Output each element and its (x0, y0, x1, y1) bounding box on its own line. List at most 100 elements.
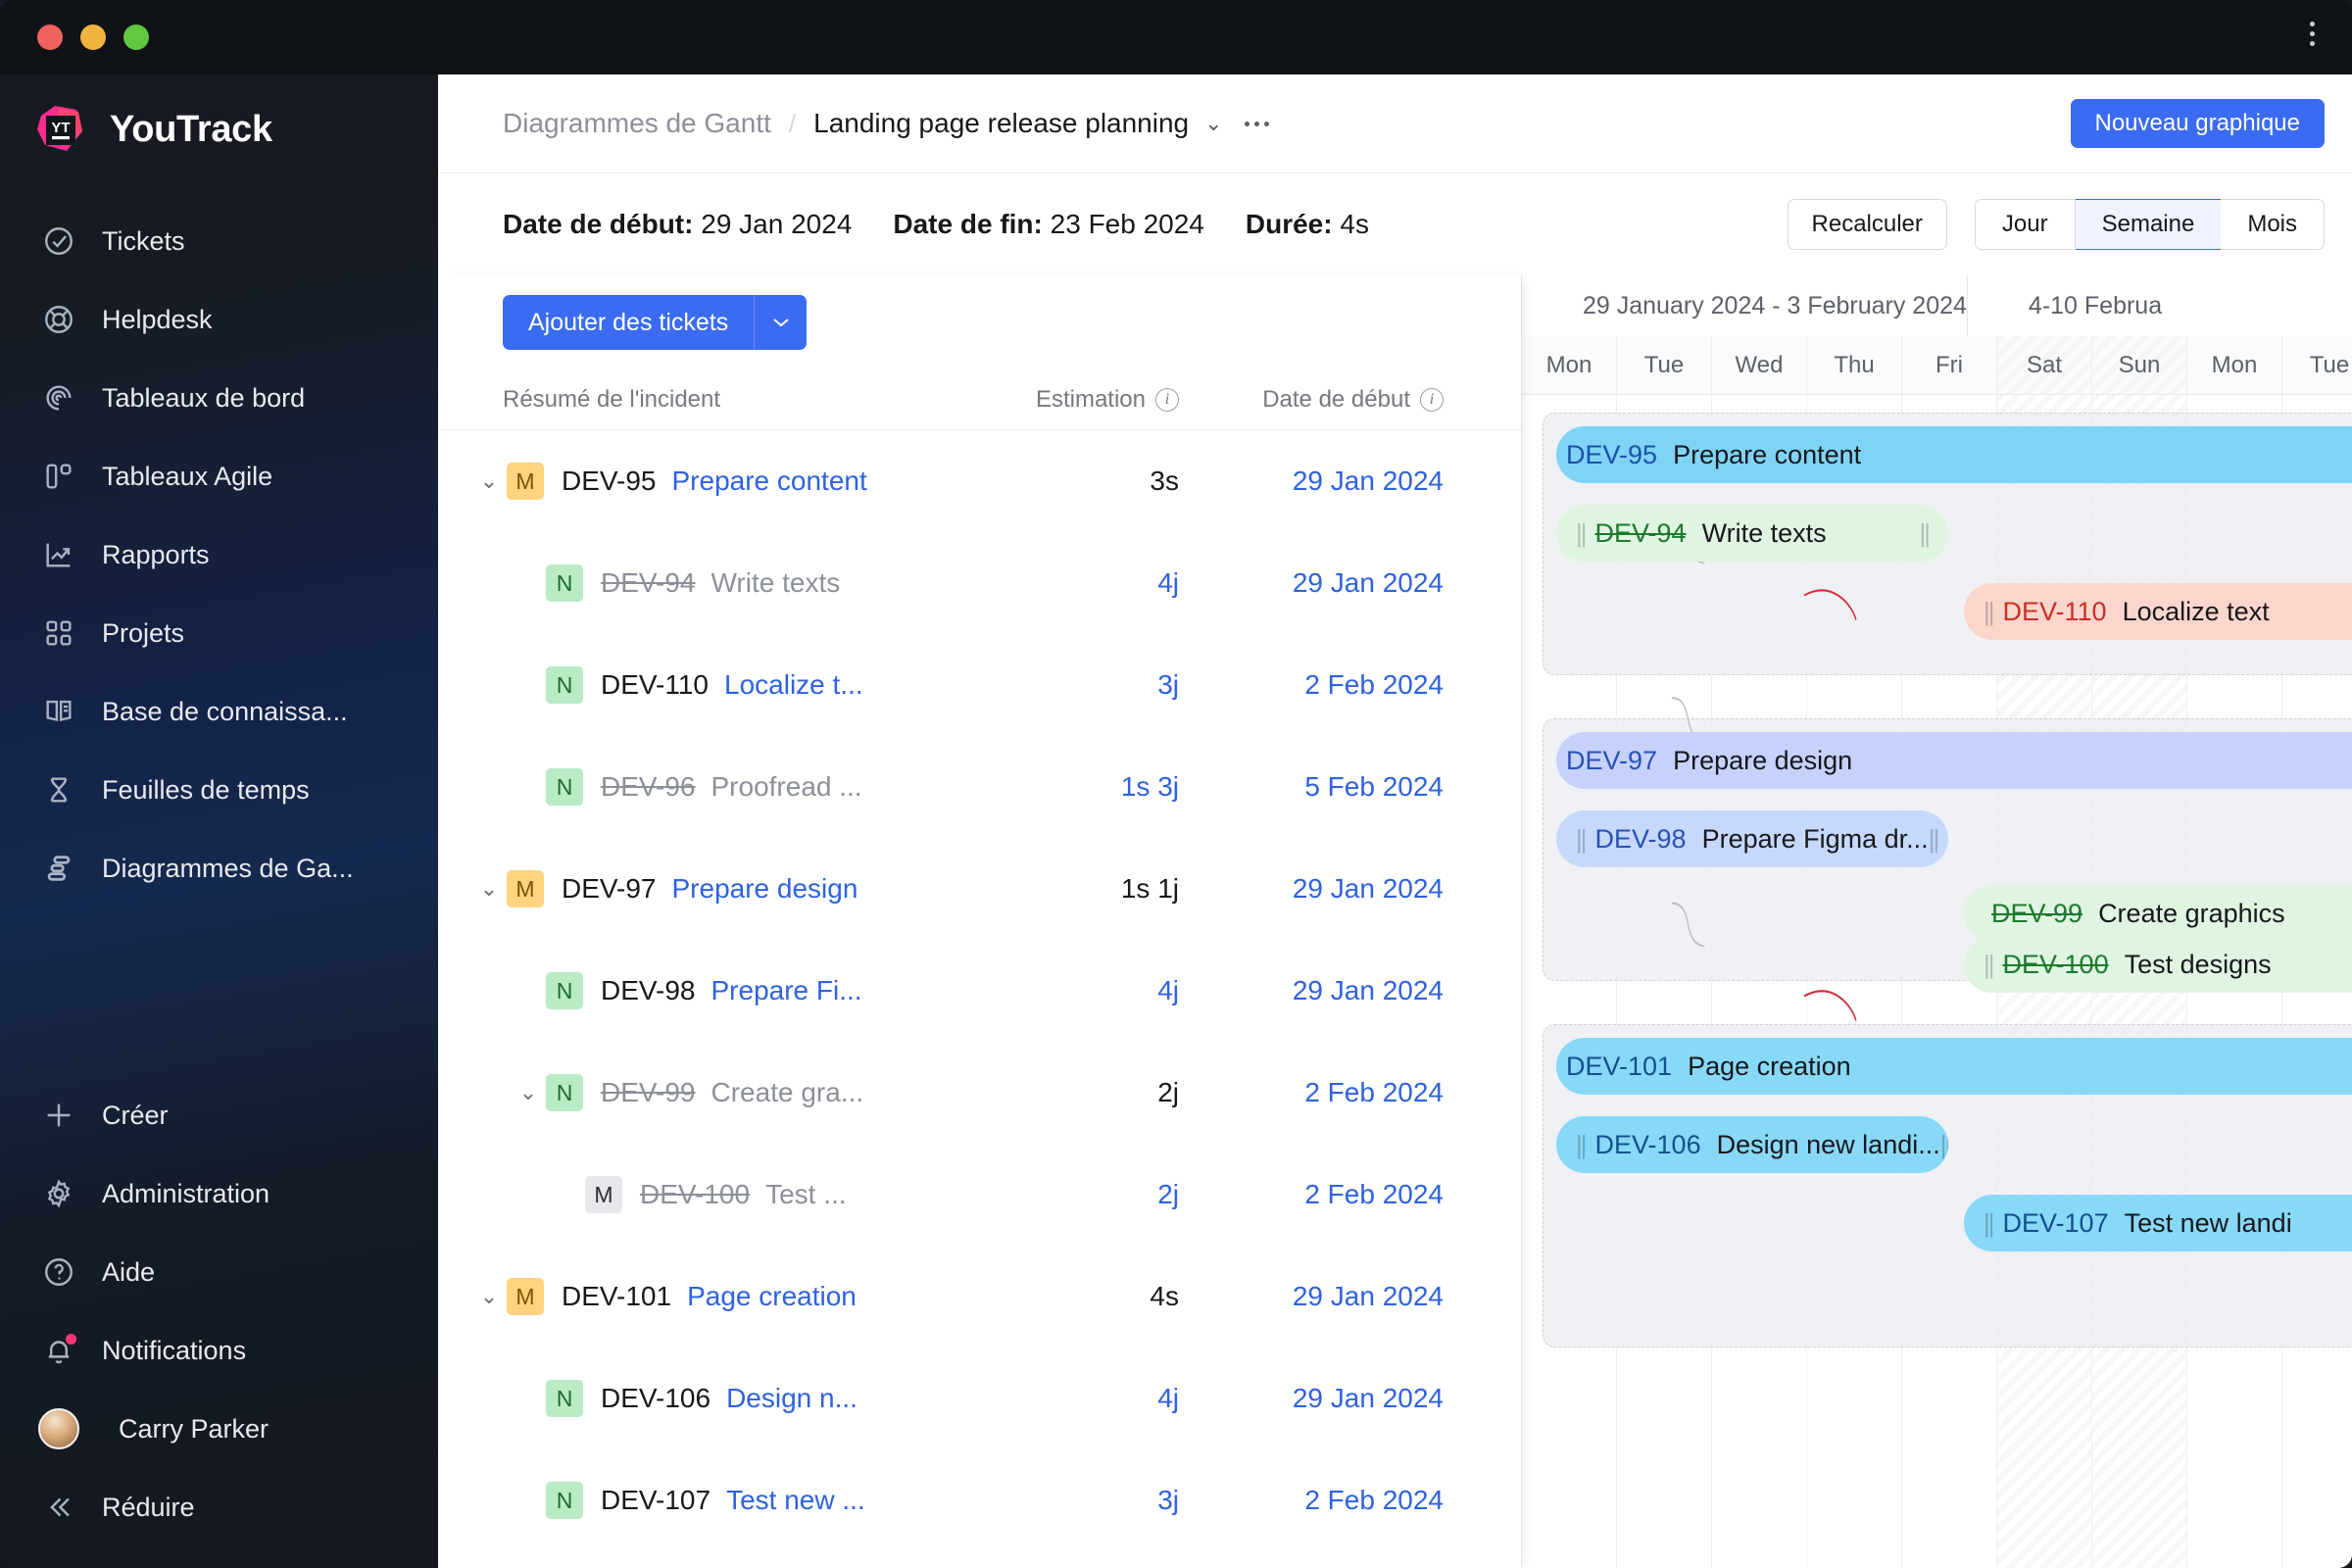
gantt-bar-dev-95[interactable]: DEV-95 Prepare content (1556, 426, 2352, 483)
issue-start-date[interactable]: 29 Jan 2024 (1179, 1383, 1444, 1414)
issue-summary[interactable]: Test new ... (726, 1485, 865, 1516)
resize-grip-left[interactable]: || (1576, 1130, 1587, 1160)
table-row[interactable]: ⌄ N DEV-99 Create gra... 2j 2 Feb 2024 (438, 1042, 1521, 1144)
sidebar-item-collapse[interactable]: Réduire (0, 1468, 438, 1546)
issue-summary[interactable]: Write texts (711, 567, 841, 599)
new-chart-button[interactable]: Nouveau graphique (2070, 99, 2325, 148)
issue-summary[interactable]: Proofread ... (711, 771, 862, 803)
resize-grip-left[interactable]: || (1984, 1208, 1994, 1239)
expand-collapse-caret[interactable]: ⌄ (471, 468, 507, 494)
issue-start-date[interactable]: 29 Jan 2024 (1179, 975, 1444, 1006)
issue-summary[interactable]: Prepare design (672, 873, 858, 905)
expand-collapse-caret[interactable]: ⌄ (471, 1284, 507, 1309)
issue-id[interactable]: DEV-96 (601, 771, 696, 803)
recalculate-button[interactable]: Recalculer (1787, 199, 1947, 250)
timescale-week-button[interactable]: Semaine (2075, 199, 2222, 250)
issue-start-date[interactable]: 29 Jan 2024 (1179, 466, 1444, 497)
resize-grip-left[interactable]: || (1984, 597, 1994, 627)
timescale-day-button[interactable]: Jour (1974, 199, 2076, 250)
table-row[interactable]: ⌄NDEV-106Design n...4j29 Jan 2024 (438, 1348, 1521, 1449)
issue-summary[interactable]: Localize t... (724, 669, 863, 701)
gantt-bar-dev-110[interactable]: || DEV-110 Localize text (1964, 583, 2352, 640)
issue-id[interactable]: DEV-100 (640, 1179, 750, 1210)
issue-estimation[interactable]: 4j (954, 1383, 1179, 1414)
more-options-icon[interactable] (1244, 121, 1269, 126)
sidebar-item-timesheets[interactable]: Feuilles de temps (0, 751, 438, 829)
kebab-menu-icon[interactable] (2310, 22, 2315, 46)
issue-summary[interactable]: Prepare Fi... (711, 975, 862, 1006)
issue-estimation[interactable]: 4j (954, 567, 1179, 599)
sidebar-item-notifications[interactable]: Notifications (0, 1311, 438, 1390)
issue-estimation[interactable]: 1s 1j (954, 873, 1179, 905)
issue-start-date[interactable]: 29 Jan 2024 (1179, 873, 1444, 905)
issue-start-date[interactable]: 5 Feb 2024 (1179, 771, 1444, 803)
issue-summary[interactable]: Design n... (726, 1383, 858, 1414)
sidebar-item-dashboards[interactable]: Tableaux de bord (0, 359, 438, 437)
resize-grip-right[interactable]: || (1929, 824, 1939, 855)
sidebar-item-create[interactable]: Créer (0, 1076, 438, 1154)
gantt-bar-dev-98[interactable]: || DEV-98 Prepare Figma dr... || (1556, 810, 1948, 867)
table-row[interactable]: ⌄NDEV-107Test new ...3j2 Feb 2024 (438, 1449, 1521, 1551)
gantt-bar-dev-99[interactable]: DEV-99 Create graphics (1964, 885, 2352, 942)
issue-estimation[interactable]: 2j (954, 1077, 1179, 1108)
issue-summary[interactable]: Prepare content (672, 466, 867, 497)
issue-start-date[interactable]: 29 Jan 2024 (1179, 1281, 1444, 1312)
issue-start-date[interactable]: 2 Feb 2024 (1179, 669, 1444, 701)
gantt-bar-dev-106[interactable]: || DEV-106 Design new landi... || (1556, 1116, 1948, 1173)
timescale-month-button[interactable]: Mois (2221, 199, 2325, 250)
column-header-summary[interactable]: Résumé de l'incident (503, 386, 954, 414)
brand[interactable]: YT YouTrack (0, 74, 438, 184)
issue-start-date[interactable]: 2 Feb 2024 (1179, 1077, 1444, 1108)
sidebar-item-reports[interactable]: Rapports (0, 515, 438, 594)
table-row[interactable]: ⌄NDEV-98Prepare Fi...4j29 Jan 2024 (438, 940, 1521, 1042)
sidebar-item-user-profile[interactable]: Carry Parker (0, 1390, 438, 1468)
table-row[interactable]: ⌄NDEV-110Localize t...3j2 Feb 2024 (438, 634, 1521, 736)
issue-id[interactable]: DEV-110 (601, 669, 709, 701)
table-row[interactable]: ⌄ M DEV-97 Prepare design 1s 1j 29 Jan 2024 (438, 838, 1521, 940)
table-row[interactable]: ⌄NDEV-94Write texts4j29 Jan 2024 (438, 532, 1521, 634)
resize-grip-left[interactable]: || (1576, 518, 1587, 549)
issue-summary[interactable]: Test ... (765, 1179, 846, 1210)
issue-id[interactable]: DEV-107 (601, 1485, 710, 1516)
issue-id[interactable]: DEV-101 (562, 1281, 671, 1312)
issue-start-date[interactable]: 2 Feb 2024 (1179, 1179, 1444, 1210)
gantt-bar-dev-94[interactable]: || DEV-94 Write texts || (1556, 505, 1948, 562)
issue-estimation[interactable]: 4s (954, 1281, 1179, 1312)
info-icon[interactable]: i (1420, 387, 1444, 412)
table-row[interactable]: ⌄ M DEV-95 Prepare content 3s 29 Jan 2024 (438, 430, 1521, 532)
table-row[interactable]: ⌄NDEV-103Deploy o...1s 1j5 Feb 2024 (438, 1551, 1521, 1568)
sidebar-item-knowledge-base[interactable]: Base de connaissa... (0, 672, 438, 751)
sidebar-item-agile-boards[interactable]: Tableaux Agile (0, 437, 438, 515)
resize-grip-left[interactable]: || (1984, 950, 1994, 980)
issue-id[interactable]: DEV-97 (562, 873, 657, 905)
issue-id[interactable]: DEV-99 (601, 1077, 696, 1108)
add-tickets-dropdown-button[interactable] (754, 295, 808, 350)
issue-id[interactable]: DEV-106 (601, 1383, 710, 1414)
issue-estimation[interactable]: 3j (954, 1485, 1179, 1516)
maximize-window-button[interactable] (123, 24, 149, 50)
issue-summary[interactable]: Page creation (687, 1281, 857, 1312)
issue-estimation[interactable]: 4j (954, 975, 1179, 1006)
resize-grip-left[interactable]: || (1576, 824, 1587, 855)
issue-estimation[interactable]: 3j (954, 669, 1179, 701)
sidebar-item-helpdesk[interactable]: Helpdesk (0, 280, 438, 359)
sidebar-item-help[interactable]: Aide (0, 1233, 438, 1311)
close-window-button[interactable] (37, 24, 63, 50)
issue-estimation[interactable]: 1s 3j (954, 771, 1179, 803)
sidebar-item-projects[interactable]: Projets (0, 594, 438, 672)
gantt-bar-dev-101[interactable]: DEV-101 Page creation (1556, 1038, 2352, 1095)
resize-grip-right[interactable]: || (1919, 518, 1930, 549)
expand-collapse-caret[interactable]: ⌄ (471, 876, 507, 902)
issue-start-date[interactable]: 2 Feb 2024 (1179, 1485, 1444, 1516)
minimize-window-button[interactable] (80, 24, 106, 50)
sidebar-item-administration[interactable]: Administration (0, 1154, 438, 1233)
gantt-bar-dev-97[interactable]: DEV-97 Prepare design (1556, 732, 2352, 789)
table-row[interactable]: ⌄MDEV-100Test ...2j2 Feb 2024 (438, 1144, 1521, 1246)
gantt-bar-dev-107[interactable]: || DEV-107 Test new landi (1964, 1195, 2352, 1251)
column-header-start-date[interactable]: Date de début i (1179, 386, 1444, 414)
table-row[interactable]: ⌄NDEV-96Proofread ...1s 3j5 Feb 2024 (438, 736, 1521, 838)
gantt-bar-dev-100[interactable]: || DEV-100 Test designs (1964, 936, 2352, 993)
issue-id[interactable]: DEV-95 (562, 466, 657, 497)
table-row[interactable]: ⌄ M DEV-101 Page creation 4s 29 Jan 2024 (438, 1246, 1521, 1348)
chevron-down-icon[interactable]: ⌄ (1204, 111, 1222, 136)
